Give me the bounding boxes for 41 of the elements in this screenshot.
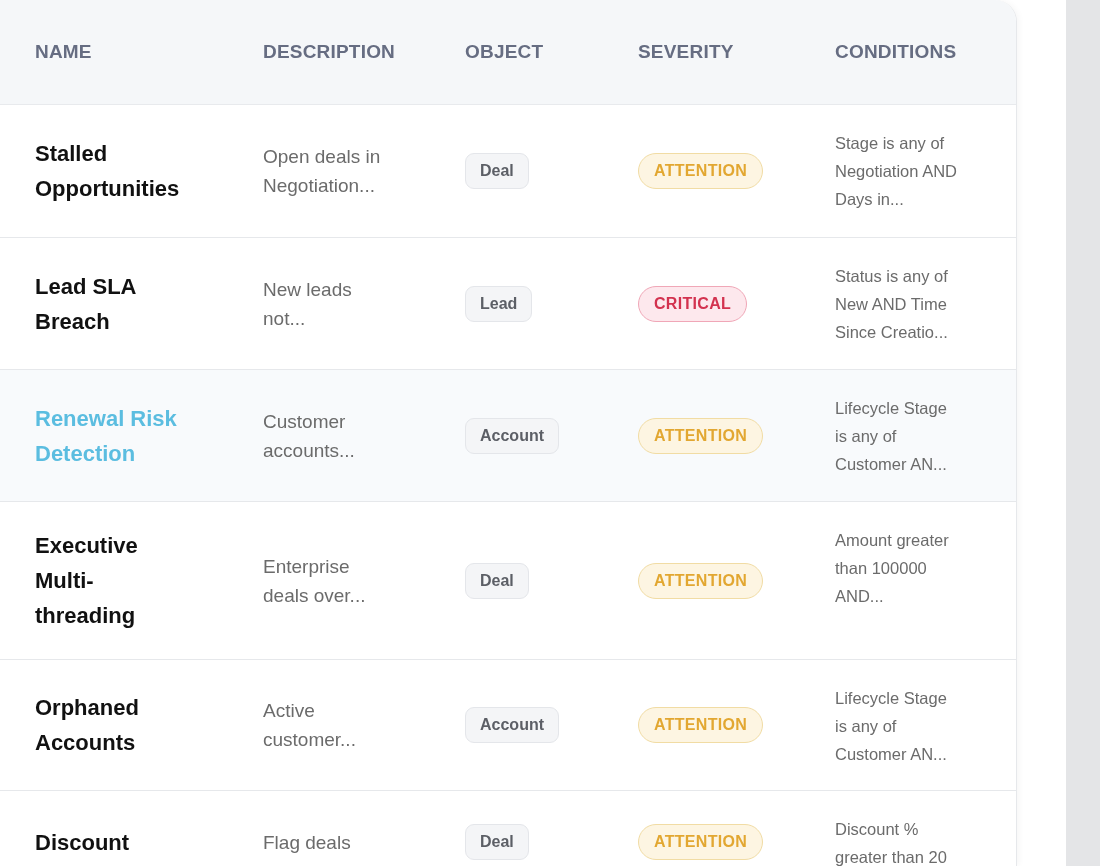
rule-description: Enterprise deals over... bbox=[263, 554, 367, 608]
column-header: OBJECT bbox=[465, 41, 545, 63]
severity-badge: CRITICAL bbox=[638, 285, 748, 322]
column-header: CONDITIONS bbox=[835, 41, 958, 63]
table-row[interactable]: Lead SLA Breach New leads not... Lead CRITICAL Status is any of New AND Time Since Creatio... bbox=[0, 238, 1016, 370]
object-tag: Account bbox=[465, 707, 559, 743]
column-header: NAME bbox=[35, 41, 93, 63]
rule-description: Flag deals bbox=[263, 830, 352, 855]
table-row[interactable]: Orphaned Accounts Active customer... Account ATTENTION Lifecycle Stage is any of Customer AN... bbox=[0, 660, 1016, 791]
table-row[interactable]: Discount Flag deals Deal ATTENTION Discount % greater than 20 bbox=[0, 791, 1016, 866]
table-row[interactable]: Renewal Risk Detection Customer accounts... Account ATTENTION Lifecycle Stage is any of Customer AN... bbox=[0, 370, 1016, 502]
rule-name: Stalled Opportunities bbox=[35, 140, 181, 203]
rule-conditions: Discount % greater than 20 bbox=[835, 819, 948, 866]
column-header: SEVERITY bbox=[638, 41, 735, 63]
column-header: DESCRIPTION bbox=[263, 41, 397, 63]
severity-badge: ATTENTION bbox=[638, 153, 764, 189]
rule-name: Discount bbox=[35, 828, 131, 857]
object-tag: Deal bbox=[465, 562, 529, 599]
rule-conditions: Lifecycle Stage is any of Customer AN... bbox=[835, 398, 948, 475]
rule-description: Open deals in Negotiation... bbox=[263, 145, 382, 198]
rule-conditions: Lifecycle Stage is any of Customer AN... bbox=[835, 688, 948, 765]
rule-description: Active customer... bbox=[263, 699, 357, 752]
object-tag: Lead bbox=[465, 285, 533, 322]
object-tag: Deal bbox=[465, 824, 529, 860]
object-tag: Account bbox=[465, 417, 559, 454]
rule-name: Lead SLA Breach bbox=[35, 272, 137, 336]
rule-name: Orphaned Accounts bbox=[35, 694, 140, 757]
object-tag: Deal bbox=[465, 153, 529, 189]
rule-name: Renewal Risk Detection bbox=[35, 404, 178, 468]
severity-badge: ATTENTION bbox=[638, 707, 764, 743]
severity-badge: ATTENTION bbox=[638, 824, 764, 860]
rule-conditions: Amount greater than 100000 AND... bbox=[835, 530, 950, 607]
severity-badge: ATTENTION bbox=[638, 562, 764, 599]
table-row[interactable]: Executive Multi-threading Enterprise deals over... Deal ATTENTION Amount greater than 100000 AND... bbox=[0, 502, 1016, 660]
rule-name: Executive Multi-threading bbox=[35, 532, 139, 630]
severity-badge: ATTENTION bbox=[638, 417, 764, 454]
rule-conditions: Stage is any of Negotiation AND Days in... bbox=[835, 133, 958, 210]
rule-description: Customer accounts... bbox=[263, 409, 356, 463]
rule-conditions: Status is any of New AND Time Since Creatio... bbox=[835, 266, 949, 343]
table-row[interactable]: Stalled Opportunities Open deals in Negotiation... Deal ATTENTION Stage is any of Negotiation AND Days in... bbox=[0, 105, 1016, 238]
rule-description: New leads not... bbox=[263, 277, 353, 331]
